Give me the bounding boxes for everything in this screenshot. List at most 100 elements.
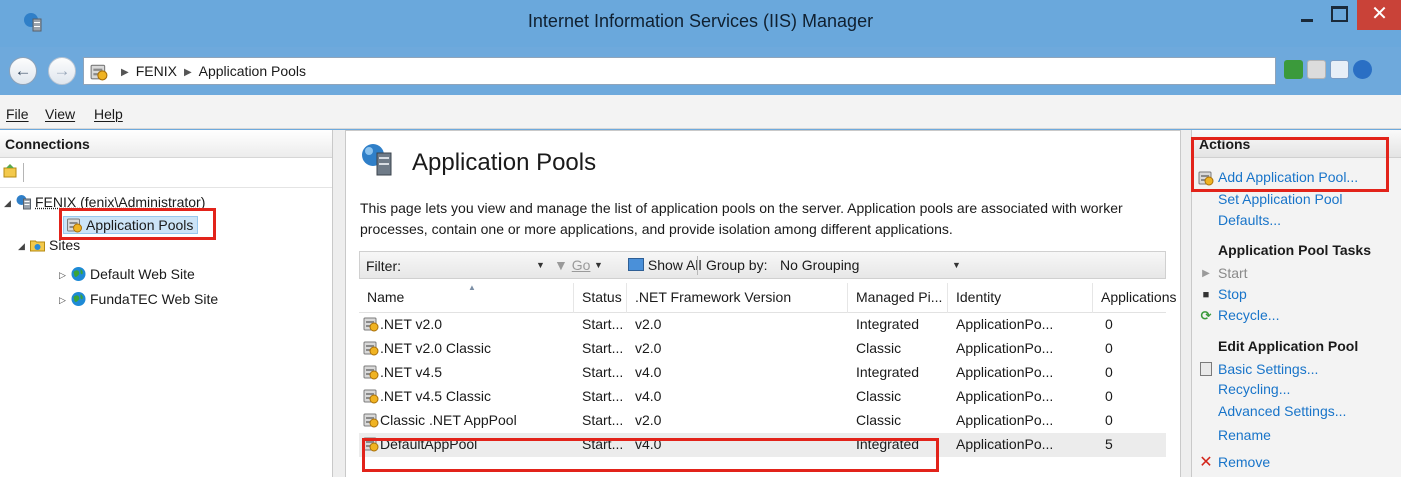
menu-file[interactable]: File <box>6 106 29 122</box>
home-icon[interactable] <box>1330 60 1349 79</box>
pool-status: Start... <box>582 388 624 404</box>
close-icon: ✕ <box>1371 3 1388 25</box>
rename-label: Rename <box>1218 427 1271 443</box>
show-all-button[interactable]: Show All <box>628 257 702 273</box>
table-row[interactable]: .NET v2.0 Start... v2.0 Integrated Appli… <box>359 313 1166 337</box>
table-row-selected[interactable]: DefaultAppPool Start... v4.0 Integrated … <box>359 433 1166 457</box>
go-dropdown-icon[interactable]: ▼ <box>594 260 603 270</box>
group-by-label: Group by: <box>706 257 768 273</box>
stop-icon: ■ <box>1202 289 1210 301</box>
table-row[interactable]: Classic .NET AppPool Start... v2.0 Class… <box>359 409 1166 433</box>
col-status[interactable]: Status <box>582 289 622 305</box>
expand-icon[interactable]: ▷ <box>59 289 70 311</box>
server-crumb-icon <box>90 63 108 81</box>
forward-button[interactable]: → <box>48 57 76 85</box>
address-bar[interactable]: ▶ FENIX ▶ Application Pools <box>83 57 1276 85</box>
pool-tasks-header: Application Pool Tasks <box>1218 242 1371 258</box>
maximize-button[interactable] <box>1322 0 1352 30</box>
app-pools-table: ▲ Name Status .NET Framework Version Man… <box>359 283 1177 457</box>
settings-page-icon <box>1200 362 1212 376</box>
pool-name: .NET v4.5 Classic <box>380 388 491 404</box>
stop-label: Stop <box>1218 286 1247 302</box>
main-pane: Application Pools This page lets you vie… <box>345 130 1181 477</box>
col-divider <box>947 283 948 313</box>
col-pipeline[interactable]: Managed Pi... <box>856 289 942 305</box>
app-pool-icon <box>363 340 379 356</box>
collapse-icon[interactable]: ◢ <box>4 192 15 214</box>
expand-icon[interactable]: ▷ <box>59 264 70 286</box>
menu-bar: File View Help <box>0 95 1401 129</box>
col-framework[interactable]: .NET Framework Version <box>635 289 791 305</box>
filter-dropdown-icon[interactable]: ▼ <box>536 260 545 270</box>
menu-view[interactable]: View <box>45 106 75 122</box>
app-pool-icon <box>66 217 83 233</box>
funnel-icon: ▼ <box>554 257 568 273</box>
table-row[interactable]: .NET v4.5 Classic Start... v4.0 Classic … <box>359 385 1166 409</box>
app-pool-icon <box>363 364 379 380</box>
refresh-icon[interactable] <box>1284 60 1303 79</box>
actions-pane: Actions Add Application Pool... Set Appl… <box>1191 130 1401 477</box>
app-pool-icon <box>363 388 379 404</box>
pool-identity: ApplicationPo... <box>956 436 1054 452</box>
tree-node-default-site[interactable]: ▷ Default Web Site <box>59 263 195 285</box>
app-pool-icon <box>363 412 379 428</box>
pool-version: v4.0 <box>635 364 662 380</box>
play-icon: ▶ <box>1202 268 1210 279</box>
tree-node-server[interactable]: ◢ FENIX (fenix\Administrator) <box>4 191 205 213</box>
tree-node-fundatec-site[interactable]: ▷ FundaTEC Web Site <box>59 288 218 310</box>
col-applications[interactable]: Applications <box>1101 289 1177 305</box>
pool-pipeline: Integrated <box>856 316 920 332</box>
col-identity[interactable]: Identity <box>956 289 1001 305</box>
close-button[interactable]: ✕ <box>1357 0 1401 30</box>
recycle-icon: ⟳ <box>1200 308 1212 323</box>
pool-status: Start... <box>582 340 624 356</box>
pool-name: .NET v2.0 <box>380 316 442 332</box>
pool-version: v4.0 <box>635 436 662 452</box>
tree-node-app-pools[interactable]: Application Pools <box>63 214 199 236</box>
remove-x-icon: ✕ <box>1199 454 1213 471</box>
group-by-dropdown-icon[interactable]: ▼ <box>952 260 961 270</box>
pool-apps: 0 <box>1105 364 1113 380</box>
edit-pool-header: Edit Application Pool <box>1218 338 1359 354</box>
pool-status: Start... <box>582 364 624 380</box>
connections-header: Connections <box>0 130 332 158</box>
group-by-select[interactable]: No Grouping <box>780 257 859 273</box>
back-button[interactable]: ← <box>9 57 37 85</box>
pool-name: Classic .NET AppPool <box>380 412 517 428</box>
filter-input[interactable] <box>414 255 534 275</box>
pool-pipeline: Integrated <box>856 436 920 452</box>
pool-identity: ApplicationPo... <box>956 388 1054 404</box>
pool-identity: ApplicationPo... <box>956 364 1054 380</box>
filter-bar: Filter: ▼ ▼ Go ▼ Show All Group by: No G… <box>359 251 1166 279</box>
app-pool-icon <box>363 436 379 452</box>
menu-help[interactable]: Help <box>94 106 123 122</box>
collapse-icon[interactable]: ◢ <box>18 235 29 257</box>
minimize-button[interactable] <box>1290 0 1322 30</box>
pool-status: Start... <box>582 436 624 452</box>
breadcrumb-app-pools[interactable]: Application Pools <box>199 63 306 79</box>
stop-icon[interactable] <box>1307 60 1326 79</box>
advanced-settings-label: Advanced Settings... <box>1218 403 1347 419</box>
tree-node-sites[interactable]: ◢ Sites <box>18 234 80 256</box>
actions-header: Actions <box>1192 130 1401 158</box>
show-all-icon <box>628 258 644 271</box>
table-row[interactable]: .NET v4.5 Start... v4.0 Integrated Appli… <box>359 361 1166 385</box>
col-name[interactable]: Name <box>367 289 404 305</box>
help-icon[interactable] <box>1353 60 1372 79</box>
server-icon <box>15 194 32 210</box>
back-arrow-icon: ← <box>14 61 32 80</box>
pool-pipeline: Classic <box>856 388 902 404</box>
app-pools-page-icon <box>362 144 392 176</box>
tree-site2-label: FundaTEC Web Site <box>90 291 219 307</box>
table-row[interactable]: .NET v2.0 Classic Start... v2.0 Classic … <box>359 337 1166 361</box>
breadcrumb-server[interactable]: FENIX <box>136 63 177 79</box>
globe-icon <box>70 266 87 282</box>
col-divider <box>1092 283 1093 313</box>
connect-icon[interactable] <box>3 164 17 178</box>
go-button[interactable]: ▼ Go <box>554 257 590 273</box>
tree-sites-label: Sites <box>49 237 81 253</box>
pool-name: .NET v4.5 <box>380 364 442 380</box>
add-pool-label: Add Application Pool... <box>1218 169 1359 185</box>
pool-status: Start... <box>582 316 624 332</box>
pool-apps: 5 <box>1105 436 1113 452</box>
